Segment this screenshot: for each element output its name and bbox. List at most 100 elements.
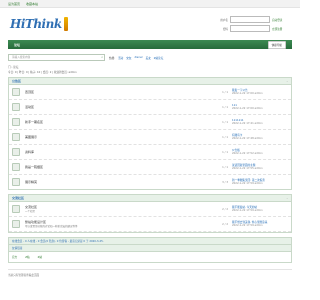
forum-icon bbox=[12, 178, 20, 186]
hot-item[interactable]: Z站论坛 bbox=[154, 56, 164, 60]
forum-row: 新手一期名区 1 / 1 1111111 2022-1-22 17:41 adm… bbox=[9, 115, 291, 130]
last-post: 111 2022-1-22 17:00 admin bbox=[232, 104, 288, 111]
forum-row: 我是一碗烟区 1 / 1 试试回复里面的主题 2022-1-22 17:55 a… bbox=[9, 160, 291, 175]
forum-count: 1 / 1 bbox=[222, 120, 228, 124]
forum-row: 交流社区 一个社区 2 / 2 我不能发帖, 今天的帖 2022-1-22 17… bbox=[9, 202, 291, 217]
forum-icon bbox=[12, 205, 20, 213]
forum-name[interactable]: 置顶区 bbox=[25, 90, 206, 94]
topbar: 设为首页 收藏本站 bbox=[0, 0, 300, 8]
nav-home-tab[interactable]: 论坛 bbox=[14, 43, 20, 47]
forum-count: 3 / 3 bbox=[222, 180, 228, 184]
last-post-date: 2022-1-22 17:41 admin bbox=[232, 122, 263, 125]
forum-row: 活动区 1 / 1 111 2022-1-22 17:00 admin bbox=[9, 100, 291, 115]
last-post: 有图有卡 2022-1-22 17:48 admin bbox=[232, 134, 288, 141]
search-placeholder: 请输入搜索内容 bbox=[12, 56, 31, 59]
register-link[interactable]: 立即注册 bbox=[272, 27, 290, 31]
forum-section-announcements: 公告区 – 置顶区 1 / 1 我发一下公告 2022-1-22 17:00 a… bbox=[8, 77, 292, 190]
forum-name[interactable]: 活动区 bbox=[25, 105, 206, 109]
hot-item[interactable]: discuz bbox=[134, 56, 142, 60]
forum-desc: 可以发置顶功能的讨论和一些新论坛的建议等等 bbox=[25, 225, 78, 228]
logo-text: HiThink bbox=[10, 17, 62, 31]
header: HiThink 用户名 自动登录 密码 立即注册 bbox=[0, 8, 300, 40]
forum-icon bbox=[12, 103, 20, 111]
friend-link[interactable]: Z站 bbox=[38, 255, 42, 259]
last-post: 我发一下公告 2022-1-22 17:00 admin bbox=[232, 89, 288, 96]
quick-nav-button[interactable]: 快捷导航 bbox=[267, 40, 286, 49]
forum-icon bbox=[12, 133, 20, 141]
forum-name[interactable]: 资料库 bbox=[25, 150, 206, 154]
forum-list: 置顶区 1 / 1 我发一下公告 2022-1-22 17:00 admin 活… bbox=[9, 85, 291, 189]
hot-item[interactable]: 活动 bbox=[118, 56, 123, 60]
hot-item[interactable]: 美女 bbox=[146, 56, 151, 60]
forum-name[interactable]: 新手一期名区 bbox=[25, 120, 206, 124]
hot-label: 热搜: bbox=[109, 56, 116, 60]
online-and-links: 在线会员 - 0 人在线 - 0 会员(0 隐身), 0 位游客 - 最高记录是… bbox=[8, 237, 292, 263]
forum-name[interactable]: 展示精英 bbox=[25, 180, 206, 184]
forum-row: 资料库 1 / 1 公告板 2022-1-22 17:52 admin bbox=[9, 145, 291, 160]
last-post: 新一季图集奖回: 第二次投票 2022-1-22 17:59 admin bbox=[232, 179, 288, 186]
last-post-date: 2022-1-22 17:59 admin bbox=[232, 182, 263, 185]
forum-name[interactable]: 美图展示 bbox=[25, 135, 206, 139]
friend-link[interactable]: 官方 bbox=[12, 255, 17, 259]
site-logo[interactable]: HiThink bbox=[10, 17, 68, 31]
forum-row: 美图展示 1 / 1 有图有卡 2022-1-22 17:48 admin bbox=[9, 130, 291, 145]
forum-icon bbox=[12, 118, 20, 126]
username-input[interactable] bbox=[230, 16, 270, 23]
section-title[interactable]: 交流社区 bbox=[12, 196, 24, 200]
logo-mark-icon bbox=[63, 17, 68, 31]
section-header: 公告区 – bbox=[9, 78, 291, 85]
last-post-date: 2022-1-22 17:59 admin bbox=[232, 224, 263, 227]
friend-links-title: 友情链接 bbox=[9, 245, 291, 252]
username-label: 用户名 bbox=[220, 18, 228, 22]
last-post-date: 2022-1-22 17:00 admin bbox=[232, 107, 263, 110]
set-homepage-link[interactable]: 设为首页 bbox=[8, 2, 20, 6]
last-post-date: 2022-1-22 17:52 admin bbox=[232, 152, 263, 155]
search-icon[interactable]: ⌕ bbox=[101, 55, 103, 60]
breadcrumb: 门 › 论坛 bbox=[8, 66, 19, 69]
forum-count: 1 / 1 bbox=[222, 135, 228, 139]
forum-section-community: 交流社区 – 交流社区 一个社区 2 / 2 我不能发帖, 今天的帖 2022-… bbox=[8, 194, 292, 233]
forum-stats: 今日: 0 | 昨日: 0 | 帖子: 10 | 会员: 2 | 欢迎新会员: … bbox=[8, 71, 77, 74]
section-header: 交流社区 – bbox=[9, 195, 291, 202]
forum-count: 2 / 2 bbox=[222, 222, 228, 226]
collapse-icon[interactable]: – bbox=[287, 196, 289, 200]
last-post: 1111111 2022-1-22 17:41 admin bbox=[232, 119, 288, 126]
forum-icon bbox=[12, 88, 20, 96]
last-post: 公告板 2022-1-22 17:52 admin bbox=[232, 149, 288, 156]
friend-link[interactable]: Z站 bbox=[25, 255, 29, 259]
search-input[interactable]: 请输入搜索内容 ⌕ bbox=[8, 54, 105, 61]
login-form: 用户名 自动登录 密码 立即注册 bbox=[210, 16, 290, 32]
forum-name[interactable]: 我是一碗烟区 bbox=[25, 165, 206, 169]
forum-icon bbox=[12, 220, 20, 228]
last-post: 我不能发帖, 今天的帖 2022-1-22 17:59 admin bbox=[232, 206, 288, 213]
footer-note: 当前只有管理者查看此页面 bbox=[8, 269, 292, 277]
friend-links: 官方 Z站 Z站 bbox=[9, 252, 291, 262]
password-input[interactable] bbox=[230, 25, 270, 32]
bookmark-link[interactable]: 收藏本站 bbox=[26, 2, 38, 6]
forum-count: 1 / 1 bbox=[222, 105, 228, 109]
forum-count: 2 / 2 bbox=[222, 207, 228, 211]
last-post-date: 2022-1-22 17:48 admin bbox=[232, 137, 263, 140]
forum-desc: 一个社区 bbox=[25, 210, 36, 213]
forum-row: 整站功能设计区 可以发置顶功能的讨论和一些新论坛的建议等等 2 / 2 我不想去… bbox=[9, 217, 291, 232]
forum-row: 展示精英 3 / 3 新一季图集奖回: 第二次投票 2022-1-22 17:5… bbox=[9, 175, 291, 189]
hot-searches: 热搜: 活动 交友 discuz 美女 Z站论坛 bbox=[109, 56, 163, 60]
forum-count: 1 / 1 bbox=[222, 165, 228, 169]
online-status: 在线会员 - 0 人在线 - 0 会员(0 隐身), 0 位游客 - 最高记录是… bbox=[9, 238, 291, 245]
hot-item[interactable]: 交友 bbox=[126, 56, 131, 60]
forum-row: 置顶区 1 / 1 我发一下公告 2022-1-22 17:00 admin bbox=[9, 85, 291, 100]
last-post: 试试回复里面的主题 2022-1-22 17:55 admin bbox=[232, 164, 288, 171]
remember-checkbox[interactable]: 自动登录 bbox=[272, 18, 290, 22]
last-post-date: 2022-1-22 17:59 admin bbox=[232, 209, 263, 212]
collapse-icon[interactable]: – bbox=[287, 79, 289, 83]
forum-count: 1 / 1 bbox=[222, 150, 228, 154]
last-post-date: 2022-1-22 17:55 admin bbox=[232, 167, 263, 170]
forum-icon bbox=[12, 163, 20, 171]
last-post: 我不想去到美容, 但心里愿意来 2022-1-22 17:59 admin bbox=[232, 221, 288, 228]
forum-list: 交流社区 一个社区 2 / 2 我不能发帖, 今天的帖 2022-1-22 17… bbox=[9, 202, 291, 232]
section-title[interactable]: 公告区 bbox=[12, 79, 21, 83]
forum-icon bbox=[12, 148, 20, 156]
forum-count: 1 / 1 bbox=[222, 90, 228, 94]
main-nav: 论坛 快捷导航 bbox=[8, 40, 292, 49]
last-post-date: 2022-1-22 17:00 admin bbox=[232, 92, 263, 95]
